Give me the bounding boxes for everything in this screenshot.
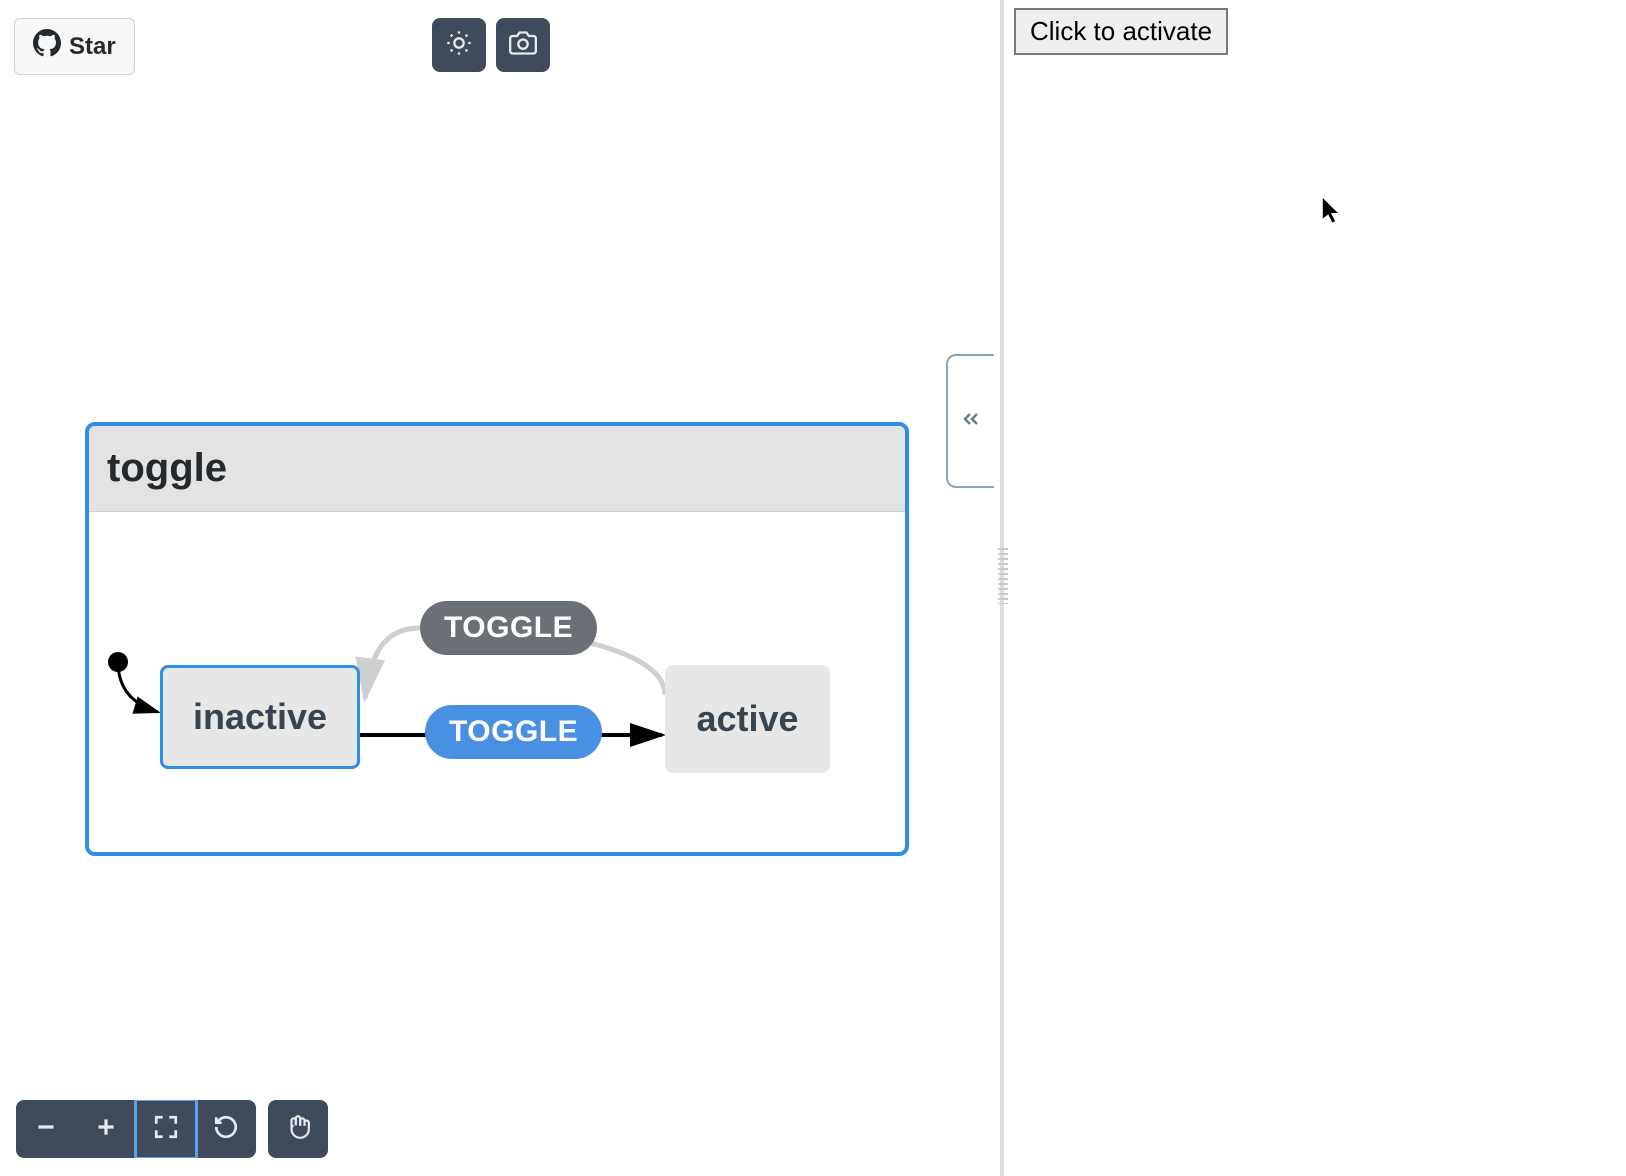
state-active[interactable]: active [665, 665, 830, 773]
zoom-tool-group [16, 1100, 256, 1158]
zoom-in-button[interactable] [76, 1100, 136, 1158]
zoom-out-button[interactable] [16, 1100, 76, 1158]
event-toggle-forward[interactable]: TOGGLE [425, 705, 602, 759]
machine-title: toggle [89, 426, 905, 512]
activate-button[interactable]: Click to activate [1014, 8, 1228, 55]
state-label: active [696, 698, 798, 740]
fit-icon [153, 1114, 179, 1145]
pan-tool-button[interactable] [268, 1100, 328, 1158]
panel-resize-handle[interactable] [998, 548, 1008, 604]
reset-icon [213, 1114, 239, 1145]
diagram-canvas[interactable]: toggle inactive active TOGGLE TOGGLE [0, 0, 992, 1176]
minus-icon [33, 1114, 59, 1145]
reset-view-button[interactable] [196, 1100, 256, 1158]
state-inactive[interactable]: inactive [160, 665, 360, 769]
event-toggle-back[interactable]: TOGGLE [420, 601, 597, 655]
right-panel: Click to activate [1000, 0, 1626, 1176]
plus-icon [93, 1114, 119, 1145]
event-label: TOGGLE [449, 715, 578, 748]
hand-icon [285, 1114, 311, 1145]
fit-view-button[interactable] [136, 1100, 196, 1158]
bottom-toolbar [16, 1100, 328, 1158]
event-label: TOGGLE [444, 611, 573, 644]
state-label: inactive [193, 696, 327, 738]
chevrons-left-icon [959, 407, 983, 436]
collapse-panel-tab[interactable] [946, 354, 994, 488]
